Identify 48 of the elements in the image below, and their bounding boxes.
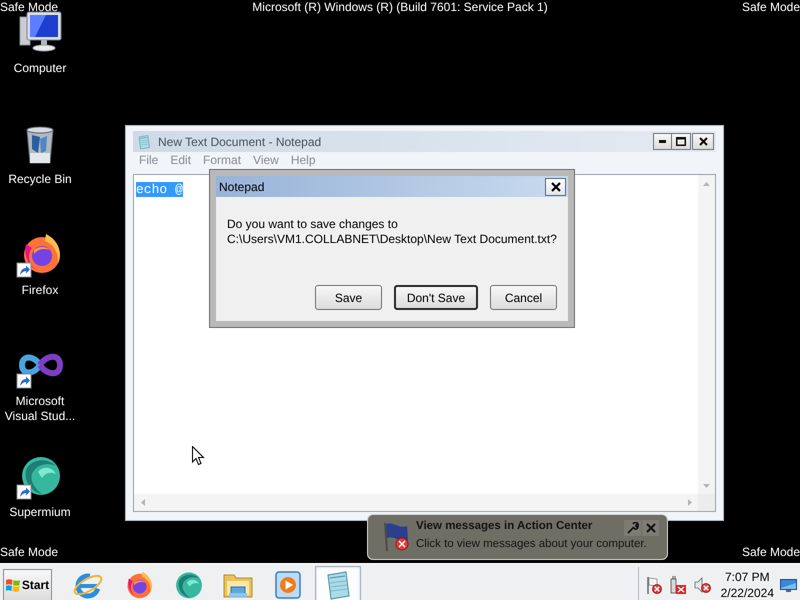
down-arrow-icon — [703, 484, 710, 488]
desktop-icon-label[interactable]: Firefox — [0, 283, 80, 298]
minimize-button[interactable] — [653, 133, 672, 150]
clock-time[interactable]: 7:07 PM — [724, 569, 770, 585]
desktop-icon-label[interactable]: Computer — [0, 61, 80, 76]
settings-button[interactable] — [624, 520, 641, 536]
speaker-muted-icon[interactable] — [692, 576, 711, 594]
balloon-title: View messages in Action Center — [416, 519, 592, 534]
notification-balloon[interactable]: View messages in Action Center Click to view messages about your computer. — [367, 514, 668, 560]
dialog-message: Do you want to save changes to C:\Users\VM1.COLLABNET\Desktop\New Text Document.txt? — [227, 217, 557, 247]
safe-mode-label: Safe Mode — [742, 0, 800, 15]
desktop-icon-label[interactable]: Supermium — [0, 505, 80, 520]
close-icon — [698, 137, 708, 146]
flag-error-icon — [381, 521, 411, 553]
editor-text: echo @ — [136, 182, 183, 197]
safe-mode-label: Safe Mode — [742, 545, 800, 560]
flag-error-icon[interactable] — [644, 576, 663, 594]
dialog-button[interactable]: Save — [315, 285, 382, 310]
notepad-icon — [136, 134, 152, 150]
taskbar-button[interactable] — [315, 566, 361, 600]
up-arrow-icon — [703, 182, 710, 186]
show-desktop-icon[interactable] — [780, 578, 797, 592]
close-button[interactable] — [545, 178, 566, 196]
window-title: New Text Document - Notepad — [158, 134, 322, 150]
safe-mode-label: Safe Mode — [0, 0, 58, 15]
maximize-button[interactable] — [672, 133, 691, 150]
dialog-button[interactable]: Don't Save — [394, 285, 478, 310]
close-icon — [646, 523, 656, 533]
scrollbar-corner — [698, 494, 715, 511]
safe-mode-label: Safe Mode — [0, 545, 58, 560]
close-icon — [550, 182, 560, 192]
left-arrow-icon — [140, 499, 144, 506]
minimize-icon — [659, 140, 666, 143]
clock-date[interactable]: 2/22/2024 — [720, 585, 774, 600]
start-button[interactable]: Start — [3, 568, 52, 600]
dialog-title: Notepad — [219, 178, 264, 196]
desktop-icon-label[interactable]: Recycle Bin — [0, 172, 80, 187]
network-error-icon[interactable] — [668, 576, 687, 594]
desktop-icon-label[interactable]: Microsoft Visual Stud... — [0, 394, 80, 424]
dialog-button[interactable]: Cancel — [490, 285, 557, 310]
right-arrow-icon — [688, 499, 692, 506]
maximize-icon — [676, 137, 686, 146]
windows-logo-icon — [6, 578, 20, 592]
close-button[interactable] — [692, 133, 714, 150]
windows-build-title: Microsoft (R) Windows (R) (Build 7601: Service Pack 1) — [252, 0, 548, 15]
mouse-cursor-icon — [192, 446, 205, 465]
balloon-message: Click to view messages about your computer. — [416, 537, 648, 552]
wrench-icon — [626, 522, 638, 534]
